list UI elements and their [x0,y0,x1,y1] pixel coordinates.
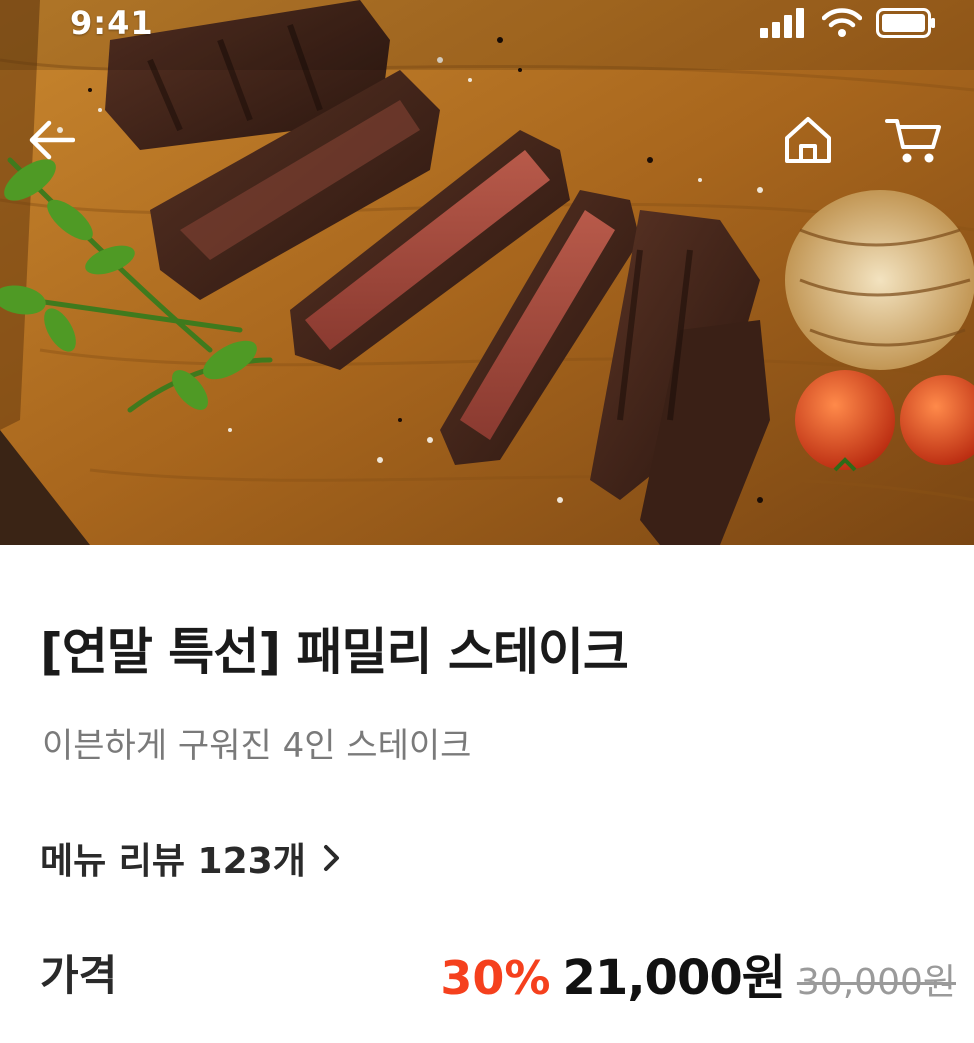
wifi-icon [822,8,862,37]
status-bar: 9:41 [0,0,974,50]
home-icon [785,117,831,163]
review-count-label: 메뉴 리뷰 123개 [40,841,306,882]
price-label: 가격 [40,951,118,1000]
battery-icon [876,8,935,38]
hero-image [0,0,974,545]
sale-price: 21,000원 [562,950,786,1006]
cart-button[interactable] [880,110,946,170]
product-title: [연말 특선] 패밀리 스테이크 [40,623,629,681]
discount-rate: 30% [440,951,551,1005]
cart-icon [885,119,941,163]
original-price: 30,000원 [796,962,956,1003]
menu-review-link[interactable]: 메뉴 리뷰 123개 [40,832,342,884]
signal-icon [760,8,804,38]
chevron-right-icon [323,845,339,871]
status-icons [760,8,936,38]
product-subtitle: 이븐하게 구워진 4인 스테이크 [42,726,472,766]
home-button[interactable] [776,110,840,170]
price-group: 30% 21,000원 30,000원 [440,938,956,1008]
product-detail-page: 9:41 [연말 특선] 패밀리 스테이크 이븐하게 구워진 4인 스테이크 메… [0,0,974,1043]
back-button[interactable] [22,112,82,168]
steak-illustration [0,0,974,545]
status-time: 9:41 [70,4,154,42]
arrow-left-icon [29,120,75,160]
